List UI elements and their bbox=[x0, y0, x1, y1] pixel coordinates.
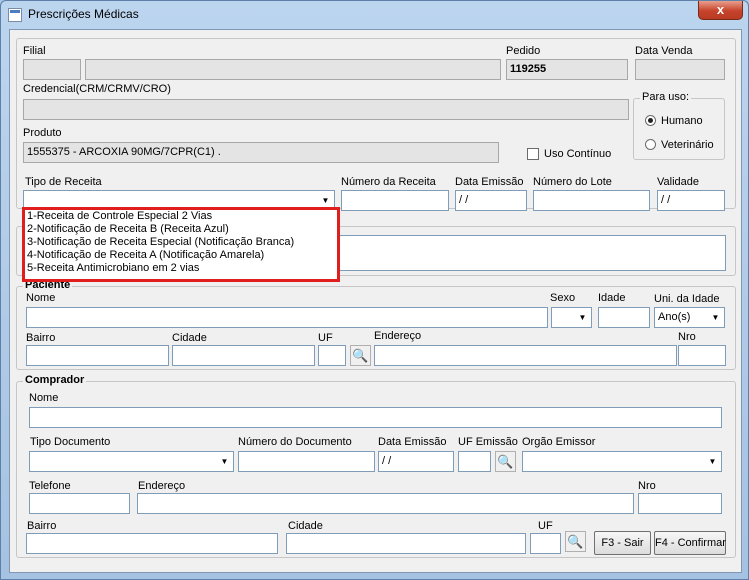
comprador-uf-field[interactable] bbox=[530, 533, 561, 554]
comprador-endereco-field[interactable] bbox=[137, 493, 634, 514]
filial-label: Filial bbox=[23, 45, 46, 57]
chevron-down-icon[interactable] bbox=[217, 453, 232, 470]
validade-label: Validade bbox=[657, 176, 699, 188]
radio-veterinario-label[interactable]: Veterinário bbox=[661, 139, 714, 151]
paciente-nro-label: Nro bbox=[678, 331, 696, 343]
tipo-receita-option-2[interactable]: 2-Notificação de Receita B (Receita Azul… bbox=[25, 223, 337, 236]
numero-documento-label: Número do Documento bbox=[238, 436, 352, 448]
filial-name-field[interactable] bbox=[85, 59, 501, 80]
binoculars-icon[interactable]: 🔍 bbox=[495, 451, 516, 472]
numero-receita-label: Número da Receita bbox=[341, 176, 436, 188]
tipo-receita-label: Tipo de Receita bbox=[25, 176, 102, 188]
paciente-uf-field[interactable] bbox=[318, 345, 346, 366]
numero-lote-label: Número do Lote bbox=[533, 176, 612, 188]
data-emissao-label: Data Emissão bbox=[455, 176, 524, 188]
data-emissao-field[interactable]: / / bbox=[455, 190, 527, 211]
numero-lote-field[interactable] bbox=[533, 190, 650, 211]
orgao-emissor-combo[interactable] bbox=[522, 451, 722, 472]
uso-continuo-checkbox[interactable] bbox=[527, 148, 539, 160]
observacao-field[interactable] bbox=[310, 235, 726, 271]
form-client-area: Filial Pedido 119255 Data Venda Credenci… bbox=[9, 29, 742, 573]
para-uso-title: Para uso: bbox=[640, 91, 692, 103]
telefone-label: Telefone bbox=[29, 480, 71, 492]
pedido-field[interactable]: 119255 bbox=[506, 59, 628, 80]
title-bar[interactable]: Prescrições Médicas x bbox=[1, 1, 748, 29]
paciente-bairro-label: Bairro bbox=[26, 332, 56, 344]
validade-field[interactable]: / / bbox=[657, 190, 725, 211]
tipo-documento-combo[interactable] bbox=[29, 451, 234, 472]
comprador-uf-label: UF bbox=[538, 520, 553, 532]
tipo-receita-dropdown-list: 1-Receita de Controle Especial 2 Vias 2-… bbox=[22, 207, 340, 282]
paciente-nro-field[interactable] bbox=[678, 345, 726, 366]
comprador-nro-label: Nro bbox=[638, 480, 656, 492]
chevron-down-icon[interactable] bbox=[708, 309, 723, 326]
comprador-nro-field[interactable] bbox=[638, 493, 722, 514]
filial-code-field[interactable] bbox=[23, 59, 81, 80]
comprador-cidade-field[interactable] bbox=[286, 533, 526, 554]
telefone-field[interactable] bbox=[29, 493, 130, 514]
paciente-nome-label: Nome bbox=[26, 292, 56, 304]
tipo-documento-label: Tipo Documento bbox=[30, 436, 111, 448]
tipo-receita-option-3[interactable]: 3-Notificação de Receita Especial (Notif… bbox=[25, 236, 337, 249]
binoculars-icon[interactable]: 🔍 bbox=[565, 531, 586, 552]
paciente-uni-idade-combo[interactable]: Ano(s) bbox=[654, 307, 725, 328]
paciente-bairro-field[interactable] bbox=[26, 345, 169, 366]
comprador-data-emissao-field[interactable]: / / bbox=[378, 451, 454, 472]
paciente-sexo-label: Sexo bbox=[550, 292, 576, 304]
data-venda-field[interactable] bbox=[635, 59, 725, 80]
radio-humano[interactable] bbox=[645, 115, 656, 126]
radio-veterinario[interactable] bbox=[645, 139, 656, 150]
credencial-field[interactable] bbox=[23, 99, 629, 120]
prescricoes-window: Prescrições Médicas x Filial Pedido 1192… bbox=[0, 0, 749, 580]
radio-humano-label[interactable]: Humano bbox=[661, 115, 703, 127]
paciente-idade-label: Idade bbox=[598, 292, 626, 304]
comprador-cidade-label: Cidade bbox=[288, 520, 323, 532]
tipo-receita-option-5[interactable]: 5-Receita Antimicrobiano em 2 vias bbox=[25, 262, 337, 275]
numero-receita-field[interactable] bbox=[341, 190, 449, 211]
comprador-title: Comprador bbox=[23, 374, 87, 386]
sair-button[interactable]: F3 - Sair bbox=[594, 531, 651, 555]
paciente-sexo-combo[interactable] bbox=[551, 307, 592, 328]
comprador-bairro-field[interactable] bbox=[26, 533, 278, 554]
numero-documento-field[interactable] bbox=[238, 451, 375, 472]
uni-idade-value: Ano(s) bbox=[658, 311, 691, 323]
paciente-idade-field[interactable] bbox=[598, 307, 650, 328]
comprador-nome-field[interactable] bbox=[29, 407, 722, 428]
paciente-cidade-field[interactable] bbox=[172, 345, 315, 366]
window-icon bbox=[8, 8, 22, 22]
produto-label: Produto bbox=[23, 127, 62, 139]
orgao-emissor-label: Orgão Emissor bbox=[522, 436, 596, 448]
tipo-receita-option-1[interactable]: 1-Receita de Controle Especial 2 Vias bbox=[25, 210, 337, 223]
uf-emissao-label: UF Emissão bbox=[458, 436, 518, 448]
paciente-cidade-label: Cidade bbox=[172, 332, 207, 344]
window-title: Prescrições Médicas bbox=[28, 7, 139, 21]
confirmar-button[interactable]: F4 - Confirmar bbox=[654, 531, 726, 555]
produto-field[interactable]: 1555375 - ARCOXIA 90MG/7CPR(C1) . bbox=[23, 142, 499, 163]
comprador-data-emissao-label: Data Emissão bbox=[378, 436, 447, 448]
uso-continuo-label[interactable]: Uso Contínuo bbox=[544, 148, 611, 160]
tipo-receita-option-4[interactable]: 4-Notificação de Receita A (Notificação … bbox=[25, 249, 337, 262]
chevron-down-icon[interactable] bbox=[575, 309, 590, 326]
comprador-bairro-label: Bairro bbox=[27, 520, 57, 532]
paciente-uf-label: UF bbox=[318, 332, 333, 344]
paciente-endereco-field[interactable] bbox=[374, 345, 677, 366]
credencial-label: Credencial(CRM/CRMV/CRO) bbox=[23, 83, 171, 95]
chevron-down-icon[interactable] bbox=[705, 453, 720, 470]
comprador-nome-label: Nome bbox=[29, 392, 59, 404]
comprador-endereco-label: Endereço bbox=[138, 480, 186, 492]
close-button[interactable]: x bbox=[698, 1, 743, 20]
data-venda-label: Data Venda bbox=[635, 45, 693, 57]
uf-emissao-field[interactable] bbox=[458, 451, 491, 472]
binoculars-icon[interactable]: 🔍 bbox=[350, 345, 371, 366]
paciente-nome-field[interactable] bbox=[26, 307, 548, 328]
paciente-uni-idade-label: Uni. da Idade bbox=[654, 293, 720, 305]
paciente-endereco-label: Endereço bbox=[374, 330, 422, 342]
pedido-label: Pedido bbox=[506, 45, 541, 57]
